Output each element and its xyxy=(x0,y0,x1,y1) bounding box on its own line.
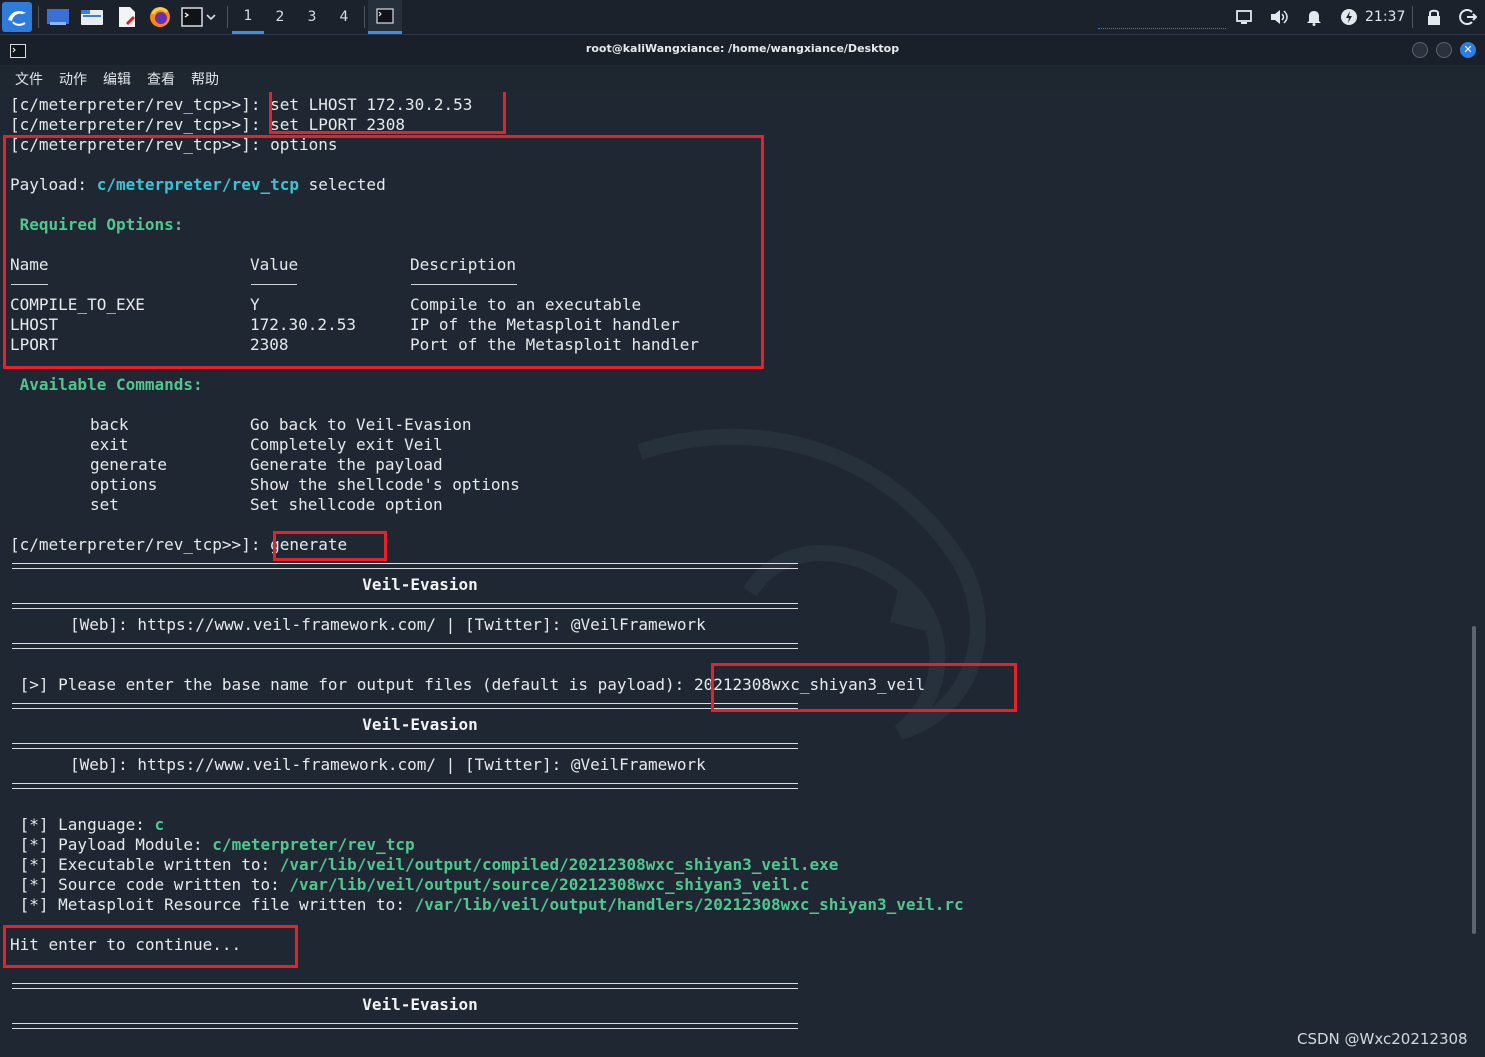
highlight-box-options xyxy=(3,135,764,369)
highlight-box-base-name xyxy=(711,663,1017,712)
highlight-box-hit-enter xyxy=(3,925,298,968)
banner-title: Veil-Evasion xyxy=(362,715,478,734)
chevron-down-icon[interactable] xyxy=(203,5,219,29)
file-manager-icon[interactable] xyxy=(80,5,104,29)
command-name: set xyxy=(90,495,119,514)
result-line: [*] Executable written to: /var/lib/veil… xyxy=(10,855,839,874)
menu-bar: 文件 动作 编辑 查看 帮助 xyxy=(0,65,1485,92)
lock-icon[interactable] xyxy=(1422,5,1446,29)
workspace-1[interactable]: 1 xyxy=(232,0,264,34)
workspace-2[interactable]: 2 xyxy=(264,0,296,34)
banner-rule xyxy=(12,983,798,989)
clock[interactable]: 21:37 xyxy=(1365,0,1405,34)
window-title: root@kaliWangxiance: /home/wangxiance/De… xyxy=(585,42,900,55)
minimize-button[interactable] xyxy=(1412,42,1428,58)
terminal-scrollbar[interactable] xyxy=(1472,626,1476,934)
command-description: Generate the payload xyxy=(250,455,443,474)
command-description: Completely exit Veil xyxy=(250,435,443,454)
panel-separator xyxy=(1412,6,1413,28)
command-name: exit xyxy=(90,435,129,454)
kali-menu-icon[interactable] xyxy=(2,2,32,32)
workspace-3[interactable]: 3 xyxy=(296,0,328,34)
command-description: Go back to Veil-Evasion xyxy=(250,415,472,434)
close-icon: ✕ xyxy=(1463,43,1473,56)
banner-rule xyxy=(12,603,798,609)
available-commands-heading: Available Commands: xyxy=(10,375,203,394)
banner-title: Veil-Evasion xyxy=(362,995,478,1014)
result-line: [*] Language: c xyxy=(10,815,165,834)
banner-rule xyxy=(12,643,798,649)
menu-view[interactable]: 查看 xyxy=(147,69,175,89)
banner-rule xyxy=(12,703,798,709)
desktop-icon[interactable] xyxy=(46,5,70,29)
close-button[interactable]: ✕ xyxy=(1460,42,1476,58)
result-line: [*] Payload Module: c/meterpreter/rev_tc… xyxy=(10,835,415,854)
menu-file[interactable]: 文件 xyxy=(15,69,43,89)
menu-action[interactable]: 动作 xyxy=(59,69,87,89)
text-editor-icon[interactable] xyxy=(115,5,139,29)
command-description: Set shellcode option xyxy=(250,495,443,514)
banner-rule xyxy=(12,1023,798,1029)
maximize-button[interactable] xyxy=(1436,42,1452,58)
power-icon[interactable] xyxy=(1337,5,1361,29)
firefox-icon[interactable] xyxy=(148,5,172,29)
banner-rule xyxy=(12,743,798,749)
command-description: Show the shellcode's options xyxy=(250,475,520,494)
menu-help[interactable]: 帮助 xyxy=(191,69,219,89)
bell-icon[interactable] xyxy=(1302,5,1326,29)
result-line: [*] Source code written to: /var/lib/vei… xyxy=(10,875,810,894)
desktop: 1 2 3 4 21:37 root@kaliWangxiance: /home… xyxy=(0,0,1485,1057)
result-line: [*] Metasploit Resource file written to:… xyxy=(10,895,964,914)
highlight-box-generate xyxy=(273,531,387,561)
menu-edit[interactable]: 编辑 xyxy=(103,69,131,89)
taskbar-terminal-window[interactable] xyxy=(368,0,402,34)
banner-title: Veil-Evasion xyxy=(362,575,478,594)
workspace-4[interactable]: 4 xyxy=(328,0,360,34)
banner-rule xyxy=(12,783,798,789)
logout-icon[interactable] xyxy=(1456,5,1480,29)
panel-separator xyxy=(227,6,228,28)
panel-separator xyxy=(364,6,365,28)
terminal-output[interactable]: [c/meterpreter/rev_tcp>>]: set LHOST 172… xyxy=(0,92,1485,1057)
banner-links: [Web]: https://www.veil-framework.com/ |… xyxy=(70,755,706,774)
window-titlebar[interactable]: root@kaliWangxiance: /home/wangxiance/De… xyxy=(0,35,1485,65)
command-name: options xyxy=(90,475,158,494)
banner-links: [Web]: https://www.veil-framework.com/ |… xyxy=(70,615,706,634)
panel-separator xyxy=(38,6,39,28)
banner-rule xyxy=(12,563,798,569)
terminal-icon[interactable] xyxy=(180,5,204,29)
volume-icon[interactable] xyxy=(1267,5,1291,29)
highlight-box-set-commands xyxy=(269,92,506,134)
command-name: back xyxy=(90,415,129,434)
screen-icon[interactable] xyxy=(1232,5,1256,29)
top-panel: 1 2 3 4 21:37 xyxy=(0,0,1485,35)
csdn-watermark: CSDN @Wxc20212308 xyxy=(1297,1030,1468,1048)
kali-dragon-watermark xyxy=(637,428,986,740)
command-name: generate xyxy=(90,455,168,474)
cpu-graph xyxy=(1098,28,1226,33)
terminal-window-icon xyxy=(373,4,397,28)
